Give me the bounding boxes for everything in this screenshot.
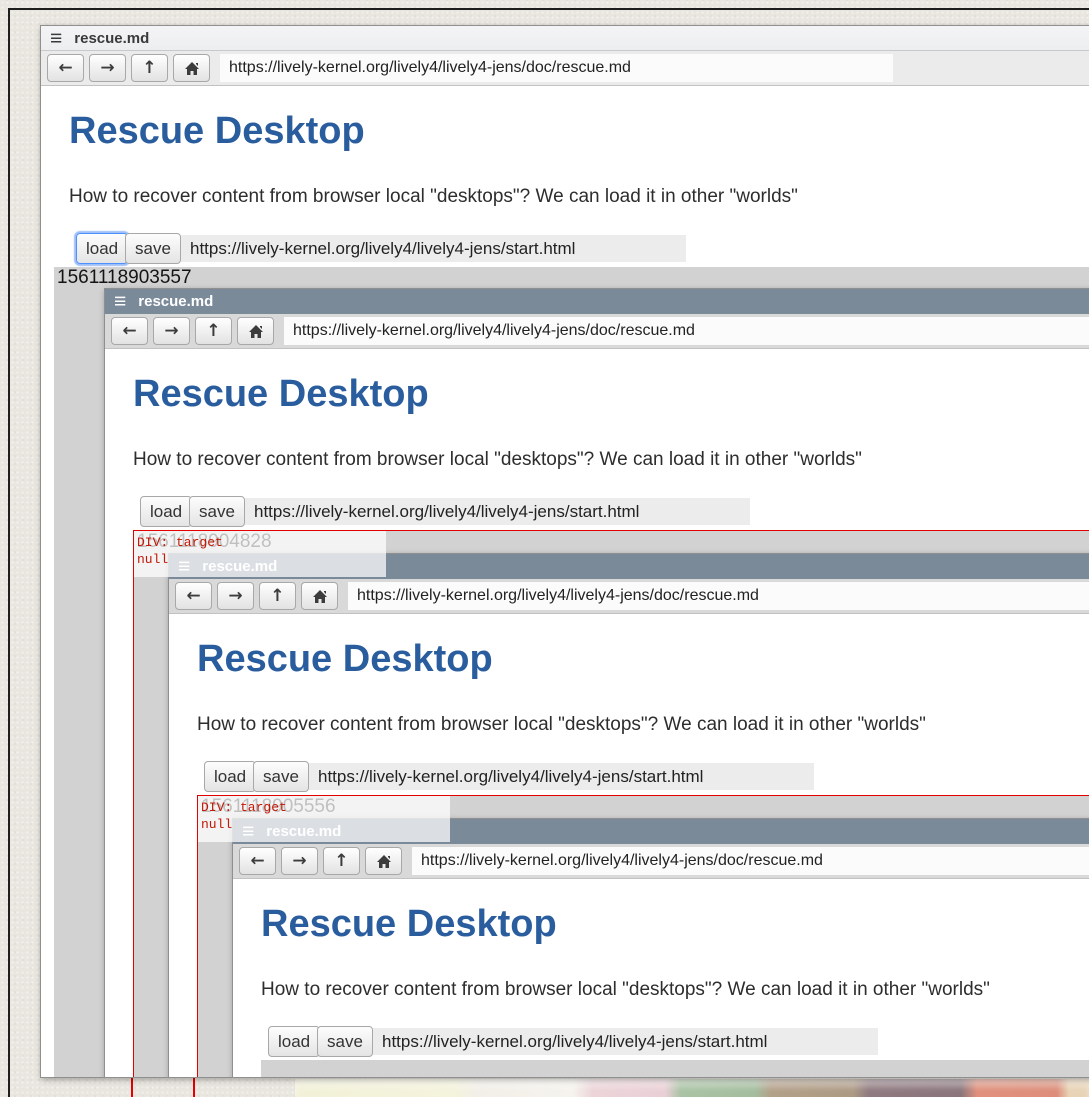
drop-target-container: 1561118905556 ≡ rescue.md ← — [197, 795, 1089, 1078]
document-content: Rescue Desktop How to recover content fr… — [169, 614, 1089, 1078]
page-frame-top — [8, 8, 1089, 10]
back-button[interactable]: ← — [239, 847, 276, 875]
forward-button[interactable]: → — [153, 317, 190, 345]
browser-navbar: ← → ↑ — [105, 314, 1089, 349]
window-titlebar[interactable]: ≡ rescue.md — [105, 289, 1089, 314]
home-button[interactable] — [173, 54, 210, 82]
back-button[interactable]: ← — [175, 582, 212, 610]
drop-target-border-left-level2 — [131, 1078, 133, 1097]
up-button[interactable]: ↑ — [131, 54, 168, 82]
menu-icon[interactable]: ≡ — [50, 27, 62, 50]
forward-icon: → — [292, 851, 306, 871]
doc-paragraph: How to recover content from browser loca… — [133, 449, 862, 471]
up-button[interactable]: ↑ — [259, 582, 296, 610]
up-icon: ↑ — [334, 851, 348, 871]
debug-target-text: DIV: target null — [201, 799, 287, 833]
embedded-desktop-container — [261, 1060, 1089, 1078]
back-icon: ← — [186, 586, 200, 606]
forward-icon: → — [164, 321, 178, 341]
up-icon: ↑ — [270, 586, 284, 606]
desktop-timestamp: 1561118903557 — [57, 267, 192, 289]
forward-button[interactable]: → — [217, 582, 254, 610]
browser-navbar: ← → ↑ — [233, 844, 1089, 879]
back-button[interactable]: ← — [47, 54, 84, 82]
start-url-input[interactable] — [309, 763, 814, 790]
up-icon: ↑ — [206, 321, 220, 341]
load-button[interactable]: load — [204, 761, 256, 792]
save-button[interactable]: save — [189, 496, 245, 527]
document-content: Rescue Desktop How to recover content fr… — [233, 879, 1089, 1078]
document-content: Rescue Desktop How to recover content fr… — [105, 349, 1089, 1078]
home-icon — [376, 854, 392, 869]
drop-target-border-left-level3 — [193, 1078, 195, 1097]
back-icon: ← — [58, 58, 72, 78]
drop-target-container: 1561118904828 ≡ rescue.md ← → ↑ — [133, 530, 1089, 1078]
forward-icon: → — [100, 58, 114, 78]
home-icon — [184, 61, 200, 76]
address-input[interactable] — [412, 847, 1089, 875]
save-button[interactable]: save — [253, 761, 309, 792]
rescue-window-level-1: ≡ rescue.md ← → ↑ Rescue Desktop How to … — [40, 25, 1089, 1078]
back-icon: ← — [122, 321, 136, 341]
address-input[interactable] — [348, 582, 1089, 610]
doc-heading: Rescue Desktop — [69, 110, 365, 153]
home-button[interactable] — [365, 847, 402, 875]
load-button[interactable]: load — [268, 1026, 320, 1057]
doc-heading: Rescue Desktop — [261, 903, 557, 946]
load-button[interactable]: load — [76, 233, 128, 264]
rescue-window-level-4: ≡ rescue.md ← → ↑ — [232, 818, 1089, 1078]
browser-navbar: ← → ↑ — [41, 51, 1089, 86]
doc-paragraph: How to recover content from browser loca… — [69, 186, 798, 208]
doc-heading: Rescue Desktop — [197, 638, 493, 681]
forward-button[interactable]: → — [89, 54, 126, 82]
page-frame-left — [8, 8, 10, 1097]
up-icon: ↑ — [142, 58, 156, 78]
home-button[interactable] — [301, 582, 338, 610]
window-title: rescue.md — [74, 30, 149, 47]
debug-target-text: DIV: target null — [137, 534, 223, 568]
window-titlebar[interactable]: ≡ rescue.md — [41, 26, 1089, 51]
rescue-window-level-2: ≡ rescue.md ← → ↑ Rescue Desktop How to … — [104, 288, 1089, 1078]
home-icon — [312, 589, 328, 604]
address-input[interactable] — [284, 317, 1089, 345]
start-url-input[interactable] — [181, 235, 686, 262]
embedded-desktop-container: 1561118903557 ≡ rescue.md ← → ↑ Rescue D… — [54, 267, 1089, 1078]
up-button[interactable]: ↑ — [323, 847, 360, 875]
candy-background-image — [295, 1079, 1089, 1097]
back-icon: ← — [250, 851, 264, 871]
browser-navbar: ← → ↑ — [169, 579, 1089, 614]
load-button[interactable]: load — [140, 496, 192, 527]
doc-paragraph: How to recover content from browser loca… — [261, 979, 990, 1001]
document-content: Rescue Desktop How to recover content fr… — [41, 86, 1089, 1077]
home-button[interactable] — [237, 317, 274, 345]
back-button[interactable]: ← — [111, 317, 148, 345]
doc-paragraph: How to recover content from browser loca… — [197, 714, 926, 736]
start-url-input[interactable] — [245, 498, 750, 525]
window-title: rescue.md — [138, 293, 213, 310]
forward-button[interactable]: → — [281, 847, 318, 875]
menu-icon[interactable]: ≡ — [114, 290, 126, 313]
up-button[interactable]: ↑ — [195, 317, 232, 345]
save-button[interactable]: save — [317, 1026, 373, 1057]
save-button[interactable]: save — [125, 233, 181, 264]
forward-icon: → — [228, 586, 242, 606]
home-icon — [248, 324, 264, 339]
address-input[interactable] — [220, 54, 893, 82]
rescue-window-level-3: ≡ rescue.md ← → ↑ Rescue D — [168, 553, 1089, 1078]
doc-heading: Rescue Desktop — [133, 373, 429, 416]
start-url-input[interactable] — [373, 1028, 878, 1055]
